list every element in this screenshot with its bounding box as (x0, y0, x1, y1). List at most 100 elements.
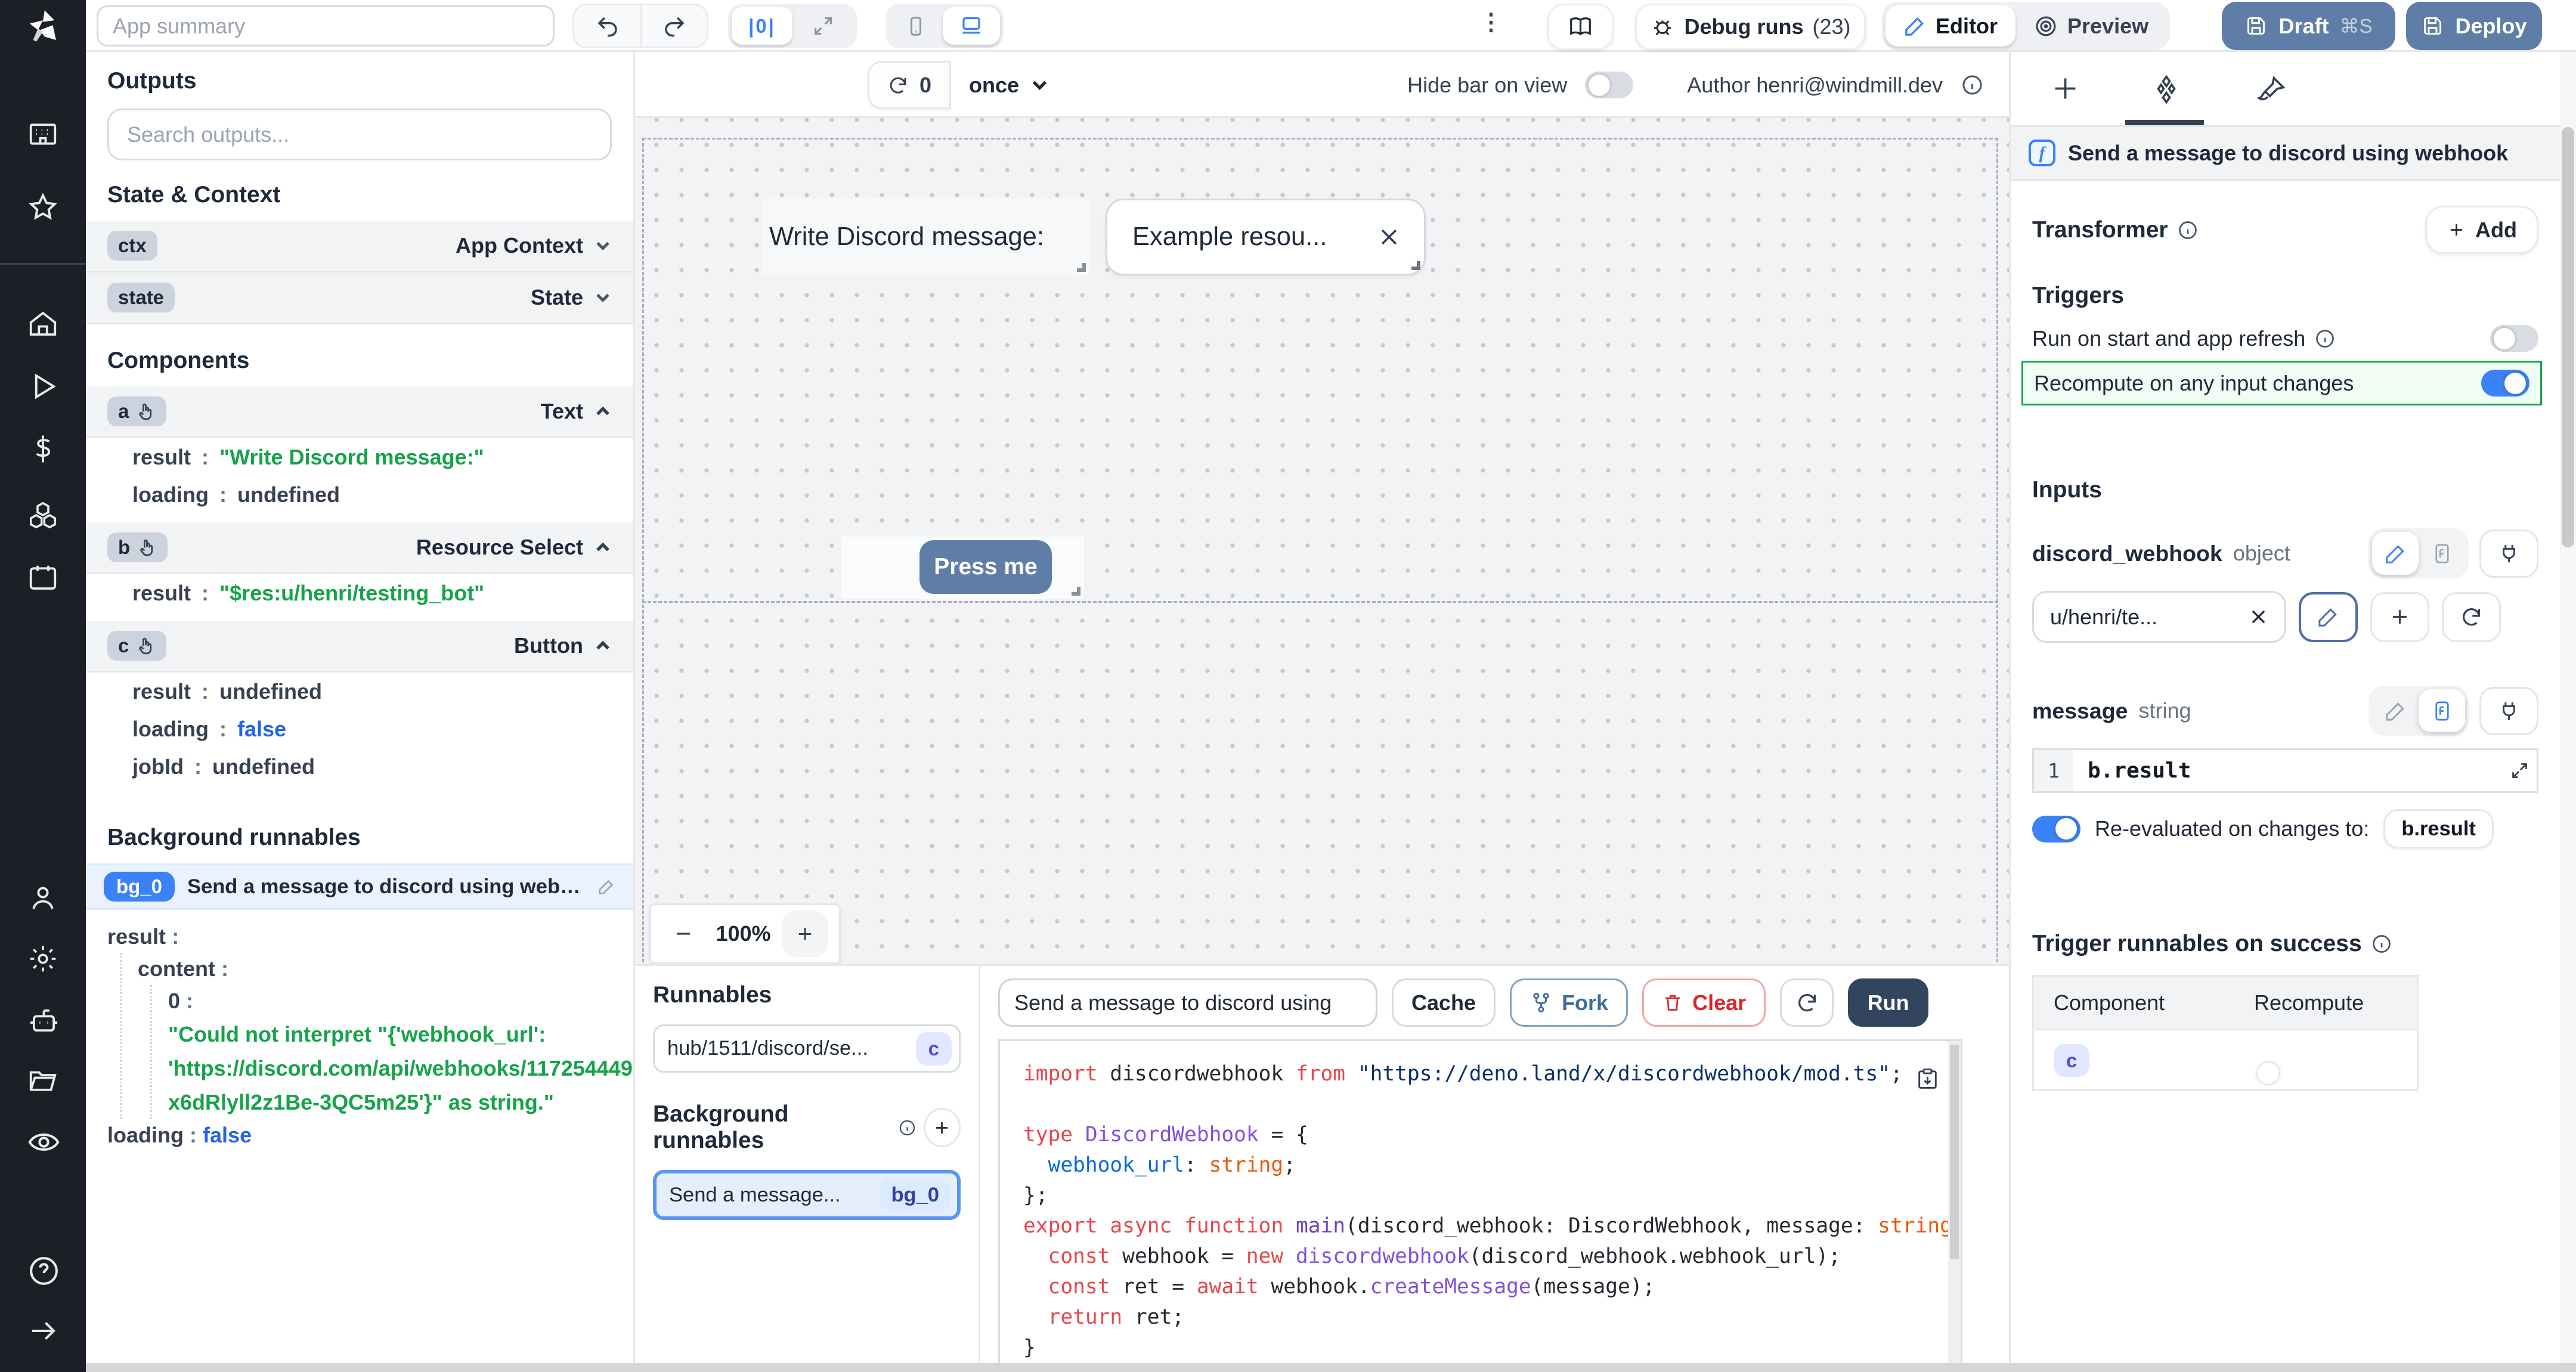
component-row-a[interactable]: a Text (86, 386, 633, 438)
output-row-state[interactable]: state State (86, 272, 633, 324)
user-icon[interactable] (27, 882, 59, 914)
add-background-runnable-button[interactable] (924, 1108, 961, 1147)
kv-row: loading:false (107, 710, 612, 748)
windmill-logo-icon[interactable] (23, 7, 63, 47)
zoom-out-button[interactable]: − (662, 918, 705, 949)
code-scrollbar[interactable] (1948, 1041, 1961, 1370)
favorites-star-icon[interactable] (27, 191, 59, 224)
run-on-start-toggle[interactable] (2490, 325, 2538, 352)
copy-code-icon[interactable] (1916, 1066, 1939, 1091)
output-row-ctx[interactable]: ctx App Context (86, 221, 633, 272)
run-button[interactable]: Run (1848, 978, 1928, 1027)
clear-x-icon[interactable] (1377, 225, 1401, 249)
eval-mode-function-icon[interactable] (2419, 689, 2465, 732)
mobile-view-button[interactable] (889, 7, 943, 45)
reevaluate-toggle[interactable] (2032, 816, 2080, 843)
variables-dollar-icon[interactable] (27, 433, 59, 465)
create-resource-button[interactable] (2370, 592, 2429, 642)
eval-mode-function-icon[interactable] (2419, 532, 2465, 575)
hide-bar-toggle[interactable] (1585, 72, 1633, 98)
folders-icon[interactable] (27, 1064, 59, 1097)
runnables-title: Runnables (653, 982, 772, 1008)
app-summary-input[interactable] (97, 5, 555, 47)
workers-robot-icon[interactable] (27, 1004, 61, 1037)
refresh-count-button[interactable]: 0 (868, 61, 951, 109)
static-mode-pencil-icon[interactable] (2372, 532, 2419, 575)
schedules-calendar-icon[interactable] (27, 562, 59, 594)
resize-handle[interactable] (1077, 263, 1086, 272)
resource-value-input[interactable]: u/henri/te... (2032, 591, 2286, 643)
chevron-down-icon[interactable] (594, 237, 612, 255)
redo-button[interactable] (640, 5, 707, 47)
chevron-down-icon[interactable] (594, 289, 612, 306)
desktop-view-button[interactable] (943, 7, 1000, 45)
left-nav-rail (0, 0, 86, 1372)
center-layout-button[interactable]: |0| (732, 7, 792, 45)
canvas-button-component[interactable]: Press me (919, 540, 1052, 594)
search-outputs-input[interactable] (107, 109, 612, 160)
component-row-b[interactable]: b Resource Select (86, 522, 633, 574)
trigger-success-table: Component Recompute c (2032, 975, 2419, 1091)
add-transformer-button[interactable]: Add (2425, 206, 2538, 254)
connect-plug-icon[interactable] (2479, 529, 2538, 578)
clear-button[interactable]: Clear (1642, 978, 1766, 1027)
resize-handle[interactable] (1411, 261, 1420, 270)
refresh-count: 0 (919, 73, 931, 98)
kebab-menu-icon[interactable]: ⋮ (1479, 11, 1503, 34)
frequency-select[interactable]: once (951, 73, 1067, 98)
page-scrollbar[interactable] (2560, 52, 2576, 1372)
refresh-resource-button[interactable] (2442, 592, 2501, 642)
home-icon[interactable] (27, 308, 59, 340)
tab-preview[interactable]: Preview (2015, 5, 2166, 47)
chevron-up-icon[interactable] (594, 637, 612, 655)
tab-styling-icon[interactable] (2256, 73, 2288, 106)
edit-resource-button[interactable] (2299, 592, 2358, 642)
component-row-c[interactable]: c Button (86, 621, 633, 673)
resources-cubes-icon[interactable] (27, 499, 59, 531)
tab-editor[interactable]: Editor (1885, 5, 2015, 47)
app-canvas[interactable]: Write Discord message: Example resou... … (635, 118, 2009, 964)
background-runnable-row[interactable]: bg_0 Send a message to discord using web… (86, 863, 633, 910)
resize-handle[interactable] (1072, 587, 1080, 596)
chevron-up-icon[interactable] (594, 402, 612, 420)
tab-components-icon[interactable] (2150, 73, 2182, 106)
connect-plug-icon[interactable] (2479, 687, 2538, 735)
logs-eye-icon[interactable] (27, 1125, 61, 1159)
help-icon[interactable] (27, 1254, 61, 1288)
canvas-text-component[interactable]: Write Discord message: (762, 199, 1089, 275)
recompute-toggle[interactable] (2481, 370, 2529, 397)
runnable-name-input[interactable] (998, 978, 1377, 1027)
message-type: string (2139, 698, 2191, 723)
topbar: |0| ⋮ Debug runs (23) Editor Preview Dra… (86, 0, 2576, 52)
message-expression-editor[interactable]: 1 b.result (2032, 748, 2538, 793)
refresh-code-button[interactable] (1780, 978, 1834, 1027)
code-editor[interactable]: import discordwebhook from "https://deno… (998, 1039, 1962, 1372)
undo-button[interactable] (574, 5, 640, 47)
clear-resource-x-icon[interactable] (2249, 607, 2268, 627)
docs-book-button[interactable] (1547, 4, 1614, 50)
settings-gear-icon[interactable] (27, 943, 59, 975)
deploy-button[interactable]: Deploy (2406, 2, 2542, 50)
runs-play-icon[interactable] (27, 370, 59, 402)
fork-button[interactable]: Fork (1510, 978, 1628, 1027)
collapse-arrow-icon[interactable] (27, 1315, 59, 1347)
chevron-up-icon[interactable] (594, 538, 612, 556)
canvas-toolbar: 0 once Hide bar on view Author henri@win… (635, 52, 2009, 118)
zoom-in-button[interactable]: + (782, 910, 828, 957)
workspace-icon[interactable] (27, 118, 59, 150)
fullscreen-button[interactable] (792, 7, 853, 45)
expand-editor-icon[interactable] (2510, 761, 2529, 781)
draft-button[interactable]: Draft ⌘S (2222, 2, 2395, 50)
background-runnable-item-selected[interactable]: Send a message... bg_0 (653, 1170, 961, 1220)
reevaluate-target-badge[interactable]: b.result (2383, 809, 2494, 848)
runnable-item[interactable]: hub/1511/discord/se... c (653, 1024, 961, 1073)
canvas-resource-select[interactable]: Example resou... (1106, 199, 1426, 275)
edit-pencil-icon[interactable] (597, 878, 615, 896)
static-mode-pencil-icon[interactable] (2372, 689, 2419, 732)
cache-button[interactable]: Cache (1392, 978, 1496, 1027)
tab-insert-plus-icon[interactable] (2050, 73, 2080, 104)
code-line: webhook_url: string; (1023, 1150, 1961, 1181)
page-horizontal-scrollbar[interactable] (86, 1363, 2576, 1372)
debug-runs-button[interactable]: Debug runs (23) (1635, 4, 1866, 50)
component-a-type: Text (541, 399, 583, 424)
